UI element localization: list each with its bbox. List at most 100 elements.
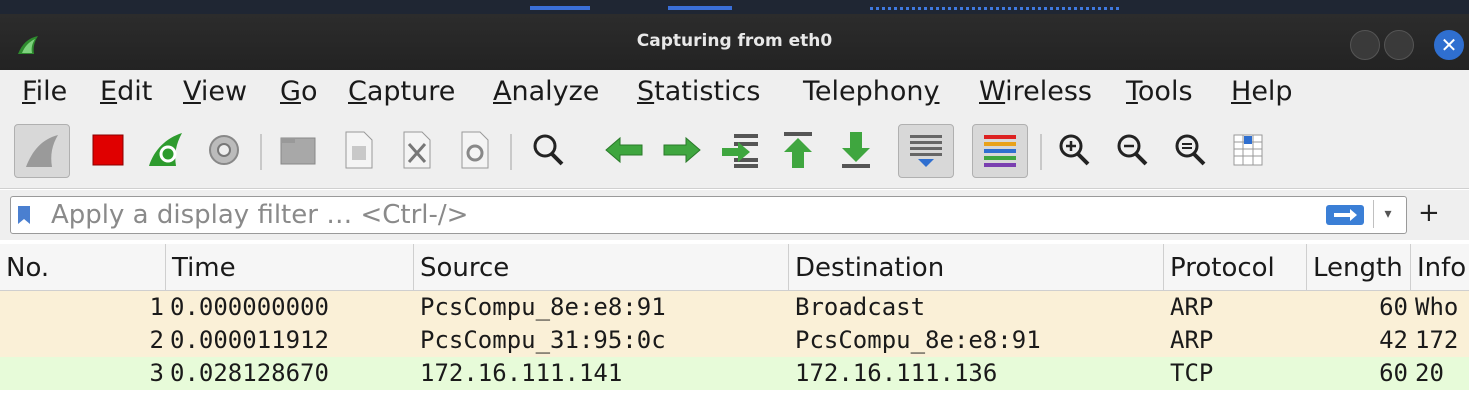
first-packet-button[interactable] — [774, 124, 822, 176]
go-to-packet-button[interactable] — [716, 124, 764, 176]
menu-go[interactable]: Go — [280, 76, 317, 107]
reload-file-icon — [461, 131, 489, 169]
packet-time: 0.000011912 — [170, 326, 329, 354]
desktop-taskbar-strip — [0, 0, 1469, 14]
arrow-right-icon — [1334, 209, 1357, 221]
column-header-info[interactable]: Info — [1410, 244, 1469, 290]
menu-wireless[interactable]: Wireless — [979, 76, 1092, 107]
packet-protocol: TCP — [1170, 359, 1214, 387]
packet-destination: Broadcast — [795, 293, 926, 321]
packet-no: 3 — [149, 359, 164, 387]
capture-options-button[interactable] — [200, 124, 248, 176]
close-file-button[interactable] — [392, 124, 440, 176]
taskbar-indicator — [870, 7, 1120, 10]
packet-protocol: ARP — [1170, 293, 1214, 321]
zoom-in-button[interactable] — [1050, 124, 1098, 176]
filter-history-dropdown[interactable]: ▾ — [1373, 200, 1402, 228]
column-header-protocol[interactable]: Protocol — [1163, 244, 1306, 290]
packet-info: 172 — [1415, 326, 1459, 354]
menu-analyze[interactable]: Analyze — [493, 76, 599, 107]
packet-destination: PcsCompu_8e:e8:91 — [795, 326, 1041, 354]
menu-tools[interactable]: Tools — [1126, 76, 1193, 107]
resize-columns-icon — [1233, 134, 1263, 166]
auto-scroll-button[interactable] — [898, 124, 954, 178]
packet-list: No. Time Source Destination Protocol Len… — [0, 244, 1469, 390]
first-packet-icon — [784, 132, 812, 168]
save-file-button[interactable] — [334, 124, 382, 176]
packet-info: Who — [1415, 293, 1459, 321]
reload-file-button[interactable] — [450, 124, 498, 176]
packet-time: 0.000000000 — [170, 293, 329, 321]
save-file-icon — [345, 131, 373, 169]
packet-destination: 172.16.111.136 — [795, 359, 998, 387]
go-forward-icon — [663, 136, 701, 164]
packet-list-header: No. Time Source Destination Protocol Len… — [0, 244, 1469, 291]
taskbar-indicator — [668, 6, 732, 10]
plus-icon: + — [1418, 198, 1440, 228]
bookmark-icon[interactable] — [17, 205, 31, 225]
packet-source: 172.16.111.141 — [420, 359, 623, 387]
packet-info: 20 — [1415, 359, 1444, 387]
go-forward-button[interactable] — [658, 124, 706, 176]
packet-length: 60 — [1379, 359, 1408, 387]
packet-source: PcsCompu_31:95:0c — [420, 326, 666, 354]
colorize-button[interactable] — [972, 124, 1028, 178]
minimize-button[interactable] — [1350, 30, 1380, 60]
column-header-length[interactable]: Length — [1306, 244, 1410, 290]
window-titlebar[interactable]: Capturing from eth0 ✕ — [0, 14, 1469, 70]
menu-statistics[interactable]: Statistics — [637, 76, 760, 107]
display-filter-input[interactable] — [51, 197, 1291, 233]
go-back-icon — [605, 136, 643, 164]
stop-capture-icon — [92, 134, 124, 166]
resize-columns-button[interactable] — [1224, 124, 1272, 176]
packet-row[interactable]: 3 0.028128670 172.16.111.141 172.16.111.… — [0, 357, 1469, 390]
main-toolbar — [0, 116, 1469, 189]
packet-no: 2 — [149, 326, 164, 354]
column-header-destination[interactable]: Destination — [788, 244, 1163, 290]
start-capture-icon — [26, 135, 58, 167]
start-capture-button[interactable] — [14, 124, 70, 178]
packet-protocol: ARP — [1170, 326, 1214, 354]
add-filter-button[interactable]: + — [1418, 198, 1440, 228]
maximize-button[interactable] — [1384, 30, 1414, 60]
restart-capture-button[interactable] — [142, 124, 190, 176]
go-back-button[interactable] — [600, 124, 648, 176]
packet-row[interactable]: 2 0.000011912 PcsCompu_31:95:0c PcsCompu… — [0, 324, 1469, 357]
go-to-packet-icon — [722, 134, 758, 168]
last-packet-icon — [842, 132, 870, 168]
menu-help[interactable]: Help — [1231, 76, 1293, 107]
zoom-in-icon — [1059, 134, 1090, 166]
colorize-icon — [984, 135, 1016, 167]
packet-row[interactable]: 1 0.000000000 PcsCompu_8e:e8:91 Broadcas… — [0, 291, 1469, 324]
zoom-out-button[interactable] — [1108, 124, 1156, 176]
close-button[interactable]: ✕ — [1434, 30, 1464, 60]
packet-no: 1 — [149, 293, 164, 321]
taskbar-indicator — [530, 6, 590, 10]
packet-length: 42 — [1379, 326, 1408, 354]
zoom-out-icon — [1117, 134, 1148, 166]
open-file-button[interactable] — [274, 124, 322, 176]
find-packet-button[interactable] — [524, 124, 572, 176]
auto-scroll-icon — [910, 135, 942, 167]
stop-capture-button[interactable] — [84, 124, 132, 176]
toolbar-separator — [1040, 134, 1042, 170]
column-header-source[interactable]: Source — [413, 244, 788, 290]
apply-filter-button[interactable] — [1326, 205, 1364, 225]
normal-size-button[interactable] — [1166, 124, 1214, 176]
menu-capture[interactable]: Capture — [348, 76, 455, 107]
menu-file[interactable]: File — [22, 76, 67, 107]
display-filter-box[interactable]: ▾ — [10, 196, 1407, 234]
toolbar-separator — [510, 134, 512, 170]
open-file-icon — [280, 137, 316, 165]
packet-time: 0.028128670 — [170, 359, 329, 387]
menubar: File Edit View Go Capture Analyze Statis… — [0, 70, 1469, 116]
menu-view[interactable]: View — [183, 76, 247, 107]
last-packet-button[interactable] — [832, 124, 880, 176]
close-icon: ✕ — [1440, 33, 1458, 57]
column-header-time[interactable]: Time — [165, 244, 413, 290]
column-header-no[interactable]: No. — [0, 244, 165, 290]
menu-edit[interactable]: Edit — [100, 76, 152, 107]
capture-options-icon — [209, 135, 239, 165]
menu-telephony[interactable]: Telephony — [803, 76, 940, 107]
packet-source: PcsCompu_8e:e8:91 — [420, 293, 666, 321]
